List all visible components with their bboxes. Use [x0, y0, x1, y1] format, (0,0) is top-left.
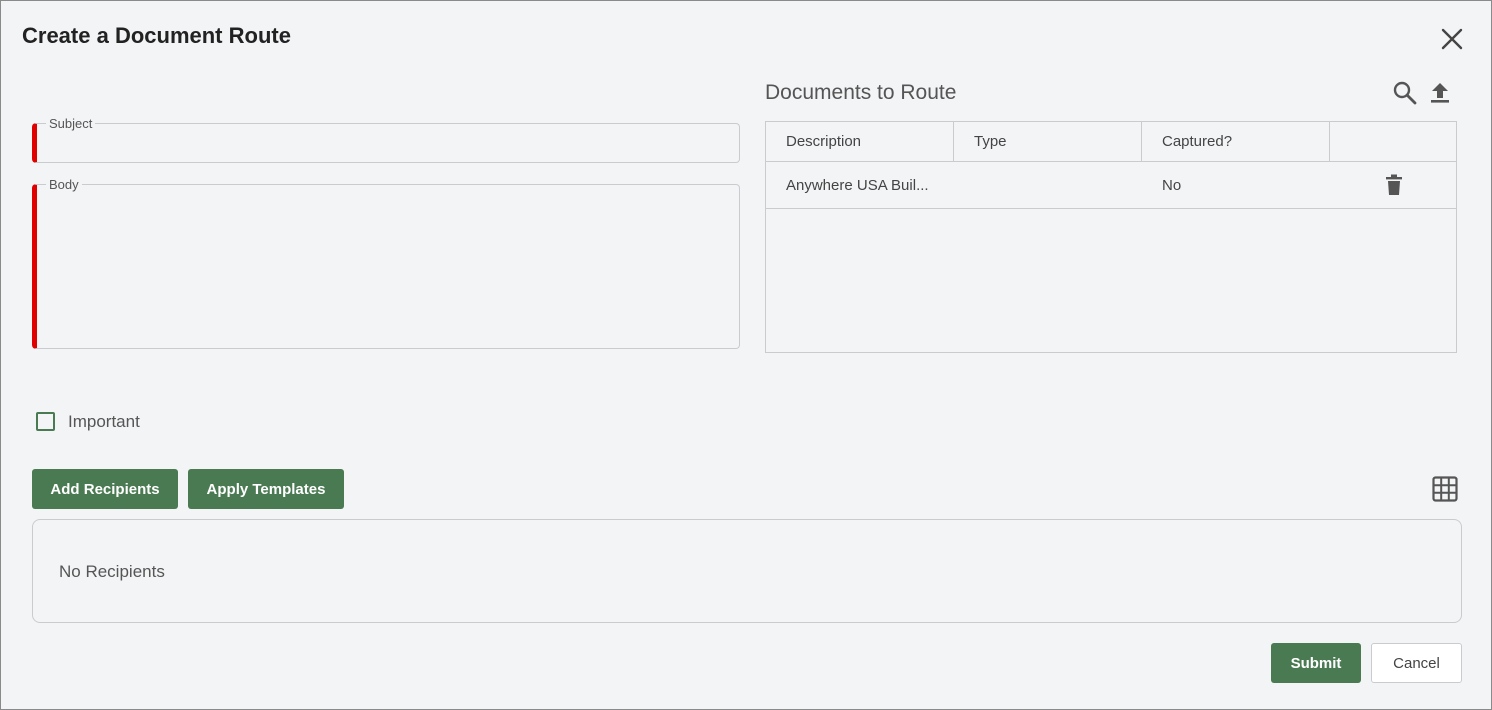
- important-label: Important: [68, 412, 140, 431]
- submit-button[interactable]: Submit: [1271, 643, 1361, 683]
- recipients-panel: No Recipients: [32, 519, 1462, 623]
- body-field: Body: [32, 177, 740, 349]
- document-captured: No: [1162, 176, 1182, 194]
- subject-label: Subject: [46, 116, 96, 131]
- table-header: Description Type Captured?: [766, 122, 1456, 162]
- close-icon[interactable]: [1438, 25, 1466, 53]
- column-header-type[interactable]: Type: [954, 122, 1142, 161]
- document-type: [954, 162, 1142, 208]
- important-checkbox[interactable]: [36, 412, 55, 431]
- subject-field: Subject: [32, 116, 740, 163]
- document-actions: [1330, 162, 1456, 208]
- documents-table: Description Type Captured? Anywhere USA …: [765, 121, 1457, 353]
- table-row[interactable]: Anywhere USA Buil... No: [766, 162, 1456, 209]
- body-label: Body: [46, 177, 82, 192]
- column-header-captured[interactable]: Captured?: [1142, 122, 1330, 161]
- upload-icon[interactable]: [1427, 79, 1453, 107]
- no-recipients-text: No Recipients: [59, 562, 165, 581]
- grid-icon[interactable]: [1431, 475, 1459, 503]
- add-recipients-button[interactable]: Add Recipients: [32, 469, 178, 509]
- trash-icon[interactable]: [1385, 174, 1403, 196]
- create-document-route-dialog: Create a Document Route Subject Body Doc…: [0, 0, 1492, 710]
- column-header-actions: [1330, 122, 1456, 161]
- subject-input[interactable]: [47, 132, 729, 156]
- dialog-title: Create a Document Route: [22, 23, 291, 48]
- apply-templates-button[interactable]: Apply Templates: [188, 469, 344, 509]
- cancel-button[interactable]: Cancel: [1371, 643, 1462, 683]
- column-header-description[interactable]: Description: [766, 122, 954, 161]
- search-icon[interactable]: [1391, 79, 1419, 107]
- documents-title: Documents to Route: [765, 81, 957, 104]
- document-description: Anywhere USA Buil...: [786, 176, 929, 194]
- body-input[interactable]: [47, 193, 729, 342]
